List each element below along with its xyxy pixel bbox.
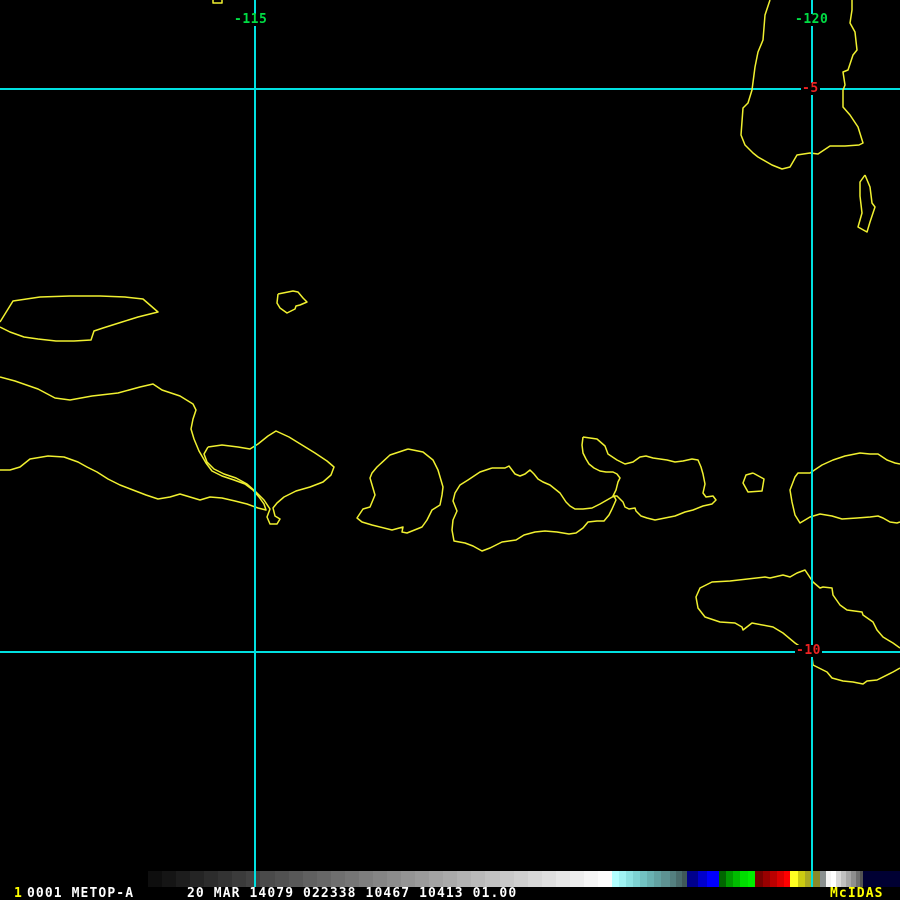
colorbar-gray-step <box>583 871 599 887</box>
colorbar-gray-step <box>344 871 360 887</box>
colorbar-color-step <box>863 871 900 887</box>
coastline-komodo-flores-west <box>581 436 717 521</box>
image-id-satellite-label: 0001 METOP-A <box>27 886 135 900</box>
colorbar-gray-step <box>541 871 557 887</box>
colorbar-gray-step <box>499 871 515 887</box>
colorbar-color-step <box>707 871 720 887</box>
image-datetime-label: 20 MAR 14079 022338 10467 10413 01.00 <box>187 886 518 900</box>
colorbar-gray-step <box>527 871 543 887</box>
latitude-label: -10 <box>795 643 822 658</box>
colorbar-gray-step <box>387 871 402 887</box>
colorbar-gray-step <box>204 871 219 887</box>
coastline-sumbawa <box>451 465 617 552</box>
colorbar-gray-step <box>358 871 374 887</box>
colorbar-gray-step <box>162 871 177 887</box>
enhancement-colorbar <box>0 871 900 887</box>
coastline-top-edge-fragment <box>212 0 223 4</box>
colorbar-gray-step <box>302 871 318 887</box>
longitude-label: -120 <box>794 12 830 27</box>
coastline-kangean-island <box>276 290 308 314</box>
coastline-bali <box>203 430 335 525</box>
colorbar-color-step <box>687 871 699 887</box>
colorbar-gray-step <box>443 871 458 887</box>
map-canvas <box>0 0 900 685</box>
longitude-grid-line <box>254 0 256 887</box>
longitude-grid-line <box>811 0 813 887</box>
coastline-rinca-island <box>742 472 765 493</box>
colorbar-gray-step <box>513 871 529 887</box>
coastline-lombok <box>356 448 444 534</box>
coastline-flores-east <box>789 452 900 524</box>
mcidas-image-display: -115 -120 -5 -10 1 0001 METOP-A 20 MAR 1407… <box>0 0 900 900</box>
colorbar-gray-step <box>274 871 290 887</box>
colorbar-gray-step <box>471 871 486 887</box>
coastline-madura <box>0 295 159 342</box>
colorbar-gray-step <box>330 871 346 887</box>
colorbar-gray-step <box>316 871 332 887</box>
mcidas-brand-label: McIDAS <box>830 886 884 900</box>
latitude-label: -5 <box>801 81 820 96</box>
colorbar-gray-step <box>485 871 500 887</box>
colorbar-gray-step <box>288 871 304 887</box>
coastline-selayar-island <box>857 174 876 233</box>
coastline-east-java <box>0 376 267 511</box>
colorbar-gray-step <box>457 871 472 887</box>
colorbar-gray-step <box>176 871 191 887</box>
colorbar-gray-step <box>148 871 163 887</box>
colorbar-gray-step <box>232 871 247 887</box>
colorbar-gray-step <box>555 871 571 887</box>
frame-number: 1 <box>14 886 23 900</box>
colorbar-gray-step <box>401 871 416 887</box>
colorbar-gray-step <box>260 871 276 887</box>
longitude-label: -115 <box>233 12 269 27</box>
coastline-sumba <box>695 569 900 685</box>
colorbar-gray-step <box>415 871 430 887</box>
colorbar-gray-step <box>569 871 585 887</box>
colorbar-gray-step <box>218 871 233 887</box>
colorbar-gray-step <box>597 871 613 887</box>
colorbar-gray-step <box>429 871 444 887</box>
colorbar-gray-step <box>372 871 388 887</box>
colorbar-gray-step <box>190 871 205 887</box>
